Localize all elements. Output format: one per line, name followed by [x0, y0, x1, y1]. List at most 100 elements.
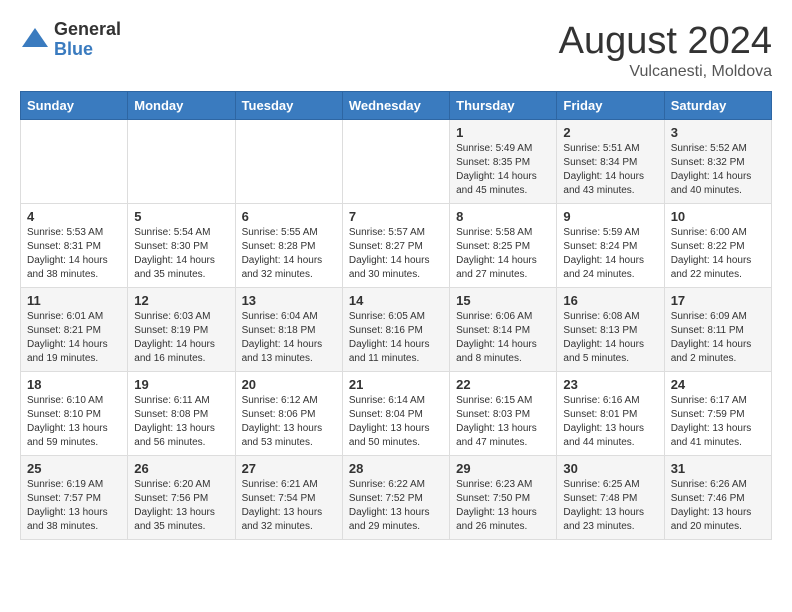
calendar-week-row: 25 Sunrise: 6:19 AM Sunset: 7:57 PM Dayli… [21, 456, 772, 540]
day-info: Sunrise: 5:53 AM Sunset: 8:31 PM Dayligh… [27, 226, 121, 282]
calendar-cell: 28 Sunrise: 6:22 AM Sunset: 7:52 PM Dayli… [342, 456, 449, 540]
day-info: Sunrise: 6:01 AM Sunset: 8:21 PM Dayligh… [27, 310, 121, 366]
day-info: Sunrise: 6:17 AM Sunset: 7:59 PM Dayligh… [671, 394, 765, 450]
day-header-monday: Monday [128, 92, 235, 120]
day-number: 9 [563, 209, 657, 224]
calendar-cell: 6Sunrise: 5:55 AM Sunset: 8:28 PM Daylig… [235, 204, 342, 288]
day-number: 19 [134, 377, 228, 392]
day-header-wednesday: Wednesday [342, 92, 449, 120]
day-info: Sunrise: 5:57 AM Sunset: 8:27 PM Dayligh… [349, 226, 443, 282]
calendar-cell: 23 Sunrise: 6:16 AM Sunset: 8:01 PM Dayli… [557, 372, 664, 456]
day-info: Sunrise: 6:15 AM Sunset: 8:03 PM Dayligh… [456, 394, 550, 450]
day-info: Sunrise: 6:14 AM Sunset: 8:04 PM Dayligh… [349, 394, 443, 450]
calendar-cell: 21 Sunrise: 6:14 AM Sunset: 8:04 PM Dayli… [342, 372, 449, 456]
day-number: 18 [27, 377, 121, 392]
day-number: 11 [27, 293, 121, 308]
calendar-week-row: 4 Sunrise: 5:53 AM Sunset: 8:31 PM Daylig… [21, 204, 772, 288]
day-info: Sunrise: 6:10 AM Sunset: 8:10 PM Dayligh… [27, 394, 121, 450]
day-info: Sunrise: 6:21 AM Sunset: 7:54 PM Dayligh… [242, 478, 336, 534]
calendar-cell: 22 Sunrise: 6:15 AM Sunset: 8:03 PM Dayli… [450, 372, 557, 456]
location-subtitle: Vulcanesti, Moldova [559, 63, 772, 81]
calendar-cell: 30 Sunrise: 6:25 AM Sunset: 7:48 PM Dayli… [557, 456, 664, 540]
calendar-cell: 26 Sunrise: 6:20 AM Sunset: 7:56 PM Dayli… [128, 456, 235, 540]
day-number: 17 [671, 293, 765, 308]
day-number: 20 [242, 377, 336, 392]
day-info: Sunrise: 6:11 AM Sunset: 8:08 PM Dayligh… [134, 394, 228, 450]
calendar-week-row: 1Sunrise: 5:49 AM Sunset: 8:35 PM Daylig… [21, 120, 772, 204]
day-info: Sunrise: 6:23 AM Sunset: 7:50 PM Dayligh… [456, 478, 550, 534]
calendar-cell: 1Sunrise: 5:49 AM Sunset: 8:35 PM Daylig… [450, 120, 557, 204]
day-info: Sunrise: 6:08 AM Sunset: 8:13 PM Dayligh… [563, 310, 657, 366]
logo-icon [20, 25, 50, 55]
day-info: Sunrise: 6:20 AM Sunset: 7:56 PM Dayligh… [134, 478, 228, 534]
day-header-tuesday: Tuesday [235, 92, 342, 120]
calendar-cell: 18 Sunrise: 6:10 AM Sunset: 8:10 PM Dayli… [21, 372, 128, 456]
calendar-cell: 13 Sunrise: 6:04 AM Sunset: 8:18 PM Dayli… [235, 288, 342, 372]
day-info: Sunrise: 5:52 AM Sunset: 8:32 PM Dayligh… [671, 142, 765, 198]
day-number: 21 [349, 377, 443, 392]
day-info: Sunrise: 6:19 AM Sunset: 7:57 PM Dayligh… [27, 478, 121, 534]
day-info: Sunrise: 6:26 AM Sunset: 7:46 PM Dayligh… [671, 478, 765, 534]
day-number: 12 [134, 293, 228, 308]
day-number: 7 [349, 209, 443, 224]
calendar-cell: 20 Sunrise: 6:12 AM Sunset: 8:06 PM Dayli… [235, 372, 342, 456]
day-number: 5 [134, 209, 228, 224]
page-header: General Blue August 2024 Vulcanesti, Mol… [20, 20, 772, 81]
day-info: Sunrise: 5:59 AM Sunset: 8:24 PM Dayligh… [563, 226, 657, 282]
day-info: Sunrise: 5:55 AM Sunset: 8:28 PM Dayligh… [242, 226, 336, 282]
calendar-cell: 16 Sunrise: 6:08 AM Sunset: 8:13 PM Dayli… [557, 288, 664, 372]
day-number: 3 [671, 125, 765, 140]
day-info: Sunrise: 5:58 AM Sunset: 8:25 PM Dayligh… [456, 226, 550, 282]
calendar-cell: 14 Sunrise: 6:05 AM Sunset: 8:16 PM Dayli… [342, 288, 449, 372]
logo-general: General [54, 20, 121, 40]
day-number: 25 [27, 461, 121, 476]
day-info: Sunrise: 6:09 AM Sunset: 8:11 PM Dayligh… [671, 310, 765, 366]
calendar-week-row: 18 Sunrise: 6:10 AM Sunset: 8:10 PM Dayli… [21, 372, 772, 456]
day-header-friday: Friday [557, 92, 664, 120]
day-info: Sunrise: 5:51 AM Sunset: 8:34 PM Dayligh… [563, 142, 657, 198]
calendar-cell: 29 Sunrise: 6:23 AM Sunset: 7:50 PM Dayli… [450, 456, 557, 540]
calendar-cell: 2 Sunrise: 5:51 AM Sunset: 8:34 PM Daylig… [557, 120, 664, 204]
month-title: August 2024 [559, 20, 772, 63]
day-info: Sunrise: 6:25 AM Sunset: 7:48 PM Dayligh… [563, 478, 657, 534]
day-number: 27 [242, 461, 336, 476]
day-info: Sunrise: 6:12 AM Sunset: 8:06 PM Dayligh… [242, 394, 336, 450]
calendar-week-row: 11 Sunrise: 6:01 AM Sunset: 8:21 PM Dayli… [21, 288, 772, 372]
day-number: 2 [563, 125, 657, 140]
day-info: Sunrise: 6:03 AM Sunset: 8:19 PM Dayligh… [134, 310, 228, 366]
day-info: Sunrise: 6:16 AM Sunset: 8:01 PM Dayligh… [563, 394, 657, 450]
calendar-header-row: SundayMondayTuesdayWednesdayThursdayFrid… [21, 92, 772, 120]
day-info: Sunrise: 6:05 AM Sunset: 8:16 PM Dayligh… [349, 310, 443, 366]
day-info: Sunrise: 6:06 AM Sunset: 8:14 PM Dayligh… [456, 310, 550, 366]
day-number: 8 [456, 209, 550, 224]
logo-blue: Blue [54, 40, 121, 60]
day-number: 4 [27, 209, 121, 224]
calendar-cell: 15Sunrise: 6:06 AM Sunset: 8:14 PM Dayli… [450, 288, 557, 372]
day-number: 24 [671, 377, 765, 392]
day-number: 16 [563, 293, 657, 308]
day-number: 23 [563, 377, 657, 392]
calendar-cell: 31Sunrise: 6:26 AM Sunset: 7:46 PM Dayli… [664, 456, 771, 540]
day-number: 13 [242, 293, 336, 308]
calendar-cell: 12 Sunrise: 6:03 AM Sunset: 8:19 PM Dayli… [128, 288, 235, 372]
day-info: Sunrise: 5:49 AM Sunset: 8:35 PM Dayligh… [456, 142, 550, 198]
day-header-thursday: Thursday [450, 92, 557, 120]
day-number: 30 [563, 461, 657, 476]
day-number: 22 [456, 377, 550, 392]
day-info: Sunrise: 6:00 AM Sunset: 8:22 PM Dayligh… [671, 226, 765, 282]
calendar-cell: 11 Sunrise: 6:01 AM Sunset: 8:21 PM Dayli… [21, 288, 128, 372]
day-info: Sunrise: 6:22 AM Sunset: 7:52 PM Dayligh… [349, 478, 443, 534]
calendar-cell: 8 Sunrise: 5:58 AM Sunset: 8:25 PM Daylig… [450, 204, 557, 288]
calendar-cell: 19 Sunrise: 6:11 AM Sunset: 8:08 PM Dayli… [128, 372, 235, 456]
day-number: 29 [456, 461, 550, 476]
day-number: 28 [349, 461, 443, 476]
calendar-cell: 27 Sunrise: 6:21 AM Sunset: 7:54 PM Dayli… [235, 456, 342, 540]
day-info: Sunrise: 6:04 AM Sunset: 8:18 PM Dayligh… [242, 310, 336, 366]
day-number: 14 [349, 293, 443, 308]
calendar-cell [342, 120, 449, 204]
calendar-cell: 4 Sunrise: 5:53 AM Sunset: 8:31 PM Daylig… [21, 204, 128, 288]
day-number: 26 [134, 461, 228, 476]
calendar-cell: 5Sunrise: 5:54 AM Sunset: 8:30 PM Daylig… [128, 204, 235, 288]
day-number: 10 [671, 209, 765, 224]
calendar-cell: 3 Sunrise: 5:52 AM Sunset: 8:32 PM Daylig… [664, 120, 771, 204]
